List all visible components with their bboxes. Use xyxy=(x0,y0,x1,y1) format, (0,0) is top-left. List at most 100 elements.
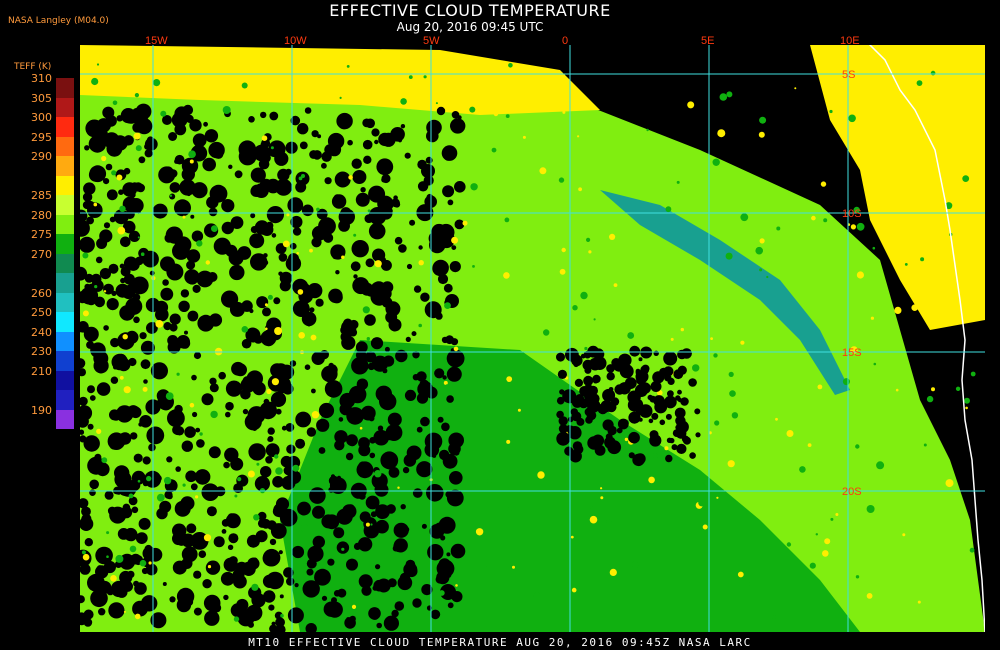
cloud-fleck xyxy=(829,109,833,114)
cloud-fleck xyxy=(876,461,885,470)
clear-sky-patch xyxy=(206,196,219,209)
cloud-fleck xyxy=(123,610,126,613)
legend-swatch xyxy=(56,234,74,254)
clear-sky-patch xyxy=(677,389,682,395)
clear-sky-patch xyxy=(193,607,202,616)
clear-sky-patch xyxy=(275,624,286,632)
clear-sky-patch xyxy=(413,285,422,293)
cloud-fleck xyxy=(298,176,303,181)
legend-swatch xyxy=(56,331,74,351)
footer-caption: MT10 EFFECTIVE CLOUD TEMPERATURE AUG 20,… xyxy=(248,636,752,649)
clear-sky-patch xyxy=(286,577,295,586)
clear-sky-patch xyxy=(677,349,687,360)
clear-sky-patch xyxy=(423,175,434,186)
cloud-fleck xyxy=(297,289,304,295)
clear-sky-patch xyxy=(96,382,111,396)
cloud-fleck xyxy=(449,102,456,108)
clear-sky-patch xyxy=(228,556,238,566)
clear-sky-patch xyxy=(106,298,119,311)
clear-sky-patch xyxy=(288,253,299,265)
legend-swatch xyxy=(56,136,74,156)
clear-sky-patch xyxy=(270,523,287,539)
clear-sky-patch xyxy=(204,610,220,626)
clear-sky-patch xyxy=(440,535,446,541)
cloud-fleck xyxy=(348,175,353,180)
clear-sky-patch xyxy=(334,171,351,188)
clear-sky-patch xyxy=(358,245,364,251)
clear-sky-patch xyxy=(301,204,314,217)
clear-sky-patch xyxy=(89,395,96,401)
clear-sky-patch xyxy=(208,446,221,459)
clear-sky-patch xyxy=(694,408,701,415)
clear-sky-patch xyxy=(573,427,581,435)
map-subtitle: Aug 20, 2016 09:45 UTC xyxy=(396,20,544,34)
clear-sky-patch xyxy=(142,250,159,268)
clear-sky-patch xyxy=(634,384,648,397)
clear-sky-patch xyxy=(376,158,394,176)
clear-sky-patch xyxy=(169,596,176,603)
clear-sky-patch xyxy=(318,217,336,236)
clear-sky-patch xyxy=(307,283,323,299)
cloud-fleck xyxy=(504,217,510,223)
legend-swatch xyxy=(56,292,74,312)
clear-sky-patch xyxy=(228,533,239,544)
cloud-fleck xyxy=(766,275,769,279)
clear-sky-patch xyxy=(404,152,411,159)
clear-sky-patch xyxy=(340,217,349,225)
clear-sky-patch xyxy=(677,365,687,375)
clear-sky-patch xyxy=(86,340,95,349)
cloud-fleck xyxy=(491,147,497,153)
cloud-fleck xyxy=(296,252,300,255)
clear-sky-patch xyxy=(272,505,284,517)
clear-sky-patch xyxy=(252,557,258,563)
cloud-fleck xyxy=(880,194,887,201)
cloud-fleck xyxy=(786,430,794,437)
clear-sky-patch xyxy=(436,559,455,578)
clear-sky-patch xyxy=(160,287,174,301)
clear-sky-patch xyxy=(445,335,454,345)
clear-sky-patch xyxy=(130,553,142,565)
cloud-fleck xyxy=(586,451,594,458)
cloud-fleck xyxy=(353,233,357,237)
clear-sky-patch xyxy=(604,436,616,449)
clear-sky-patch xyxy=(297,123,309,135)
clear-sky-patch xyxy=(108,602,125,619)
clear-sky-patch xyxy=(345,452,354,461)
cloud-fleck xyxy=(772,615,777,620)
clear-sky-patch xyxy=(425,386,438,399)
clear-sky-patch xyxy=(449,261,461,273)
cloud-fleck xyxy=(740,340,745,345)
cloud-fleck xyxy=(726,91,733,98)
clear-sky-patch xyxy=(260,466,272,478)
clear-sky-patch xyxy=(640,406,652,417)
clear-sky-patch xyxy=(394,236,403,245)
clear-sky-patch xyxy=(135,532,148,544)
clear-sky-patch xyxy=(99,229,113,243)
cloud-fleck xyxy=(850,224,857,230)
clear-sky-patch xyxy=(425,156,433,164)
clear-sky-patch xyxy=(347,139,353,146)
clear-sky-patch xyxy=(430,609,441,620)
clear-sky-patch xyxy=(98,608,106,616)
clear-sky-patch xyxy=(290,242,297,250)
clear-sky-patch xyxy=(324,177,332,185)
clear-sky-patch xyxy=(650,381,662,392)
clear-sky-patch xyxy=(109,440,119,450)
cloud-fleck xyxy=(274,327,283,335)
clear-sky-patch xyxy=(323,232,334,243)
cloud-fleck xyxy=(856,271,865,279)
cloud-fleck xyxy=(719,93,728,101)
clear-sky-patch xyxy=(146,109,151,114)
clear-sky-patch xyxy=(109,409,120,421)
cloud-fleck xyxy=(106,555,109,558)
cloud-fleck xyxy=(116,174,123,181)
clear-sky-patch xyxy=(375,564,381,570)
clear-sky-patch xyxy=(180,289,190,298)
clear-sky-patch xyxy=(89,479,99,490)
cloud-fleck xyxy=(522,135,526,139)
clear-sky-patch xyxy=(206,506,217,517)
clear-sky-patch xyxy=(190,483,198,491)
clear-sky-patch xyxy=(671,444,678,451)
cloud-fleck xyxy=(241,82,248,89)
cloud-fleck xyxy=(374,470,382,478)
